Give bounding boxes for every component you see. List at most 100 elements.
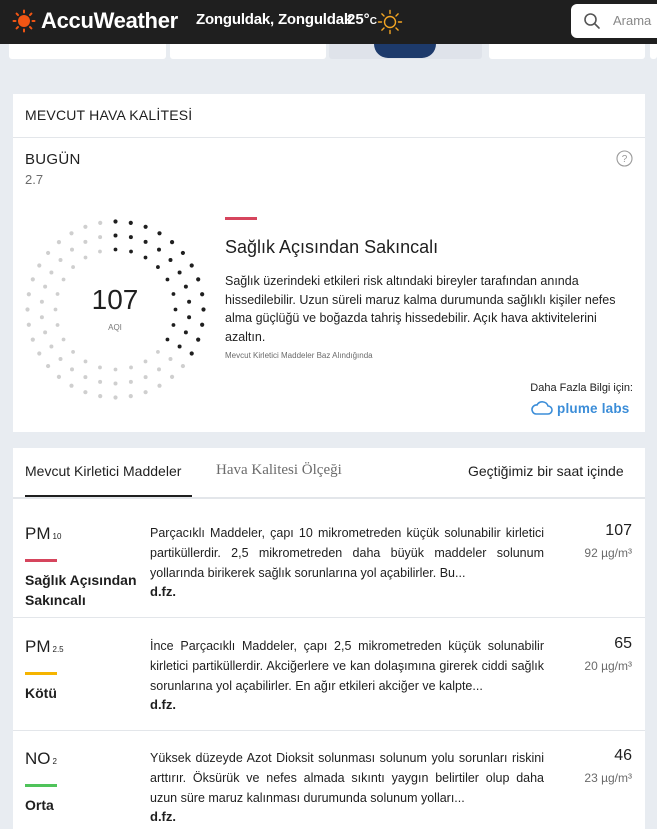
section-divider [13, 137, 645, 138]
dial-dot [187, 299, 192, 304]
dial-dot [37, 351, 42, 356]
dial-dot [171, 323, 176, 327]
card-strip-4[interactable] [489, 44, 645, 59]
dial-dot [129, 365, 133, 370]
dial-dot [128, 220, 133, 225]
help-icon[interactable]: ? [616, 150, 633, 167]
dial-dot [113, 381, 118, 386]
dial-dot [157, 247, 161, 252]
dial-dot [98, 235, 103, 240]
accuweather-logo[interactable]: AccuWeather [12, 8, 178, 34]
pollutant-row-pm25[interactable]: PM 2.5 Kötü İnce Parçacıklı Maddeler, çap… [13, 619, 645, 731]
dial-dot [143, 390, 148, 395]
pollutant-name: PM 10 [25, 524, 61, 544]
pollutant-name: PM 2.5 [25, 637, 64, 657]
dial-dot [56, 374, 62, 380]
card-strip-1[interactable] [9, 44, 166, 59]
brand-name: AccuWeather [41, 8, 178, 33]
pollutant-category: Orta [25, 797, 54, 813]
svg-text:?: ? [622, 154, 628, 165]
search-placeholder[interactable]: Arama [613, 13, 651, 28]
dial-dot [196, 337, 201, 342]
period-label: Geçtiğimiz bir saat içinde [468, 463, 624, 479]
dial-dot [128, 235, 133, 240]
pollutants-panel: Mevcut Kirletici Maddeler Hava Kalitesi … [13, 448, 645, 829]
pollutant-more-link[interactable]: d.fz. [150, 697, 176, 712]
dial-dot [37, 263, 42, 268]
dial-dot [39, 299, 44, 304]
dial-dot [69, 383, 74, 388]
dial-dot [128, 379, 133, 384]
dial-dot [55, 323, 60, 327]
dial-dot [49, 344, 54, 349]
current-temperature: 25°C [347, 11, 377, 28]
dial-dot [143, 375, 148, 380]
pollutant-name: NO 2 [25, 749, 57, 769]
dial-dot [180, 363, 186, 369]
dial-dot [26, 292, 31, 297]
dial-dot [71, 350, 75, 354]
dial-dot [83, 224, 88, 229]
dial-dot [200, 292, 205, 297]
temperature-unit: C [369, 16, 377, 27]
dial-dot [98, 365, 102, 370]
pollutant-color-bar [25, 559, 57, 562]
location-name[interactable]: Zonguldak, Zonguldak [196, 11, 352, 28]
cloud-icon [531, 401, 553, 415]
dial-dot [25, 307, 30, 312]
dial-dot [129, 249, 133, 254]
card-strip-3[interactable] [329, 44, 482, 59]
plume-labs-link[interactable]: plume labs [531, 398, 630, 418]
card-strip-5[interactable] [650, 44, 657, 59]
dial-dot [168, 357, 173, 362]
pollutant-subscript: 2 [52, 757, 57, 766]
dial-dot [98, 379, 103, 384]
category-description: Sağlık üzerindeki etkileri risk altındak… [225, 274, 616, 344]
pollutant-description: İnce Parçacıklı Maddeler, çapı 2,5 mikro… [150, 639, 544, 693]
dial-dot [83, 390, 88, 395]
tabs-divider [13, 497, 645, 499]
dial-dot [157, 367, 161, 372]
category-color-bar [225, 217, 257, 220]
dial-dot [98, 220, 103, 225]
pollutant-symbol: PM [25, 637, 51, 656]
dial-dot [169, 374, 175, 380]
pollutant-more-link[interactable]: d.fz. [150, 584, 176, 599]
tab-air-quality-scale[interactable]: Hava Kalitesi Ölçeği [216, 462, 342, 479]
dial-dot [83, 239, 88, 244]
dial-dot [143, 359, 148, 364]
dial-dot [177, 270, 182, 275]
dial-dot [49, 270, 54, 275]
dial-dot [128, 394, 133, 399]
search-box[interactable]: Arama [571, 4, 657, 38]
pollutant-row-pm10[interactable]: PM 10 Sağlık Açısından Sakıncalı Parçacık… [13, 506, 645, 618]
pollutant-category: Sağlık Açısından Sakıncalı [25, 572, 137, 608]
dial-dot [113, 219, 118, 224]
category-note: Mevcut Kirletici Maddeler Baz Alındığınd… [225, 351, 373, 360]
pollutant-symbol: PM [25, 524, 51, 543]
dial-dot [26, 322, 31, 327]
dial-dot [55, 292, 60, 296]
dial-dot [53, 307, 58, 312]
dial-dot [157, 231, 162, 236]
category-title: Sağlık Açısından Sakıncalı [225, 237, 439, 257]
dial-dot [98, 249, 102, 254]
dial-dot [30, 337, 35, 342]
dial-dot [70, 247, 74, 252]
dial-dot [83, 255, 88, 260]
pollutant-row-no2[interactable]: NO 2 Orta Yüksek düzeyde Azot Dioksit sol… [13, 731, 645, 829]
dial-dot [61, 277, 66, 282]
logo-sun-icon [12, 9, 36, 33]
tab-current-pollutants[interactable]: Mevcut Kirletici Maddeler [25, 463, 181, 479]
pollutant-aqi: 46 [614, 747, 632, 764]
pollutant-subscript: 2.5 [52, 645, 64, 654]
card-strip-2[interactable] [170, 44, 326, 59]
dial-dot [98, 394, 103, 399]
pollutant-description: Parçacıklı Maddeler, çapı 10 mikrometred… [150, 526, 544, 580]
dial-dot [156, 265, 160, 269]
dial-dot [30, 277, 35, 282]
pollutant-more-link[interactable]: d.fz. [150, 809, 176, 824]
dial-dot [71, 265, 75, 269]
dial-dot [143, 239, 148, 244]
temperature-value: 25° [347, 11, 370, 28]
